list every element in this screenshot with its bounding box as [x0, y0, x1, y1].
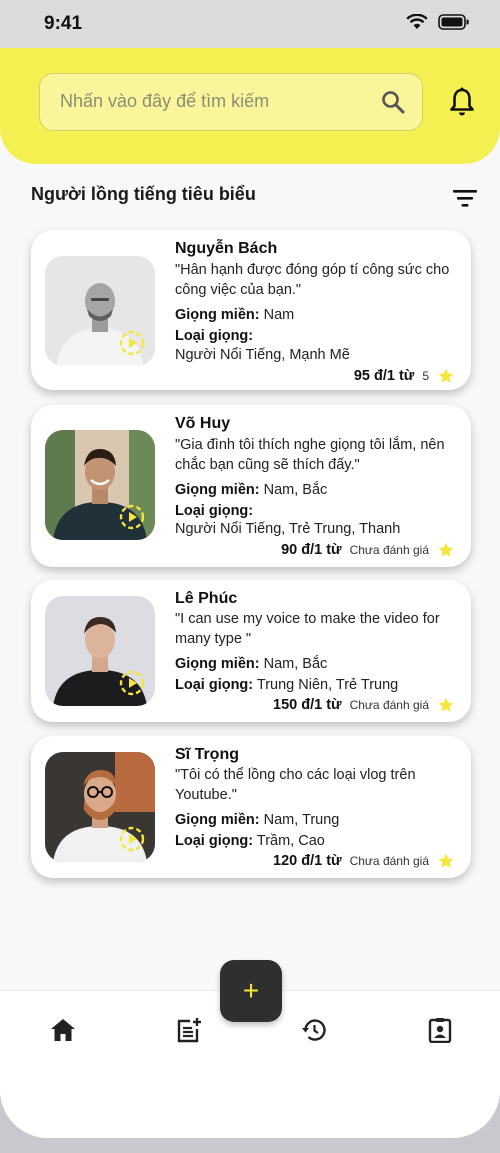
voice-type: Loại giọng: Trung Niên, Trẻ Trung: [175, 677, 398, 693]
bell-icon[interactable]: [449, 87, 475, 117]
avatar[interactable]: [45, 256, 155, 366]
nav-home[interactable]: [48, 1015, 78, 1045]
status-bar: 9:41: [0, 0, 500, 48]
card-footer: 150 đ/1 từ Chưa đánh giá: [273, 696, 455, 714]
nav-profile[interactable]: [425, 1015, 455, 1045]
voice-type-value: Trung Niên, Trẻ Trung: [256, 677, 399, 693]
voice-rating: Chưa đánh giá: [349, 854, 429, 868]
voice-region: Giọng miền: Nam, Bắc: [175, 656, 327, 672]
voice-rating: Chưa đánh giá: [349, 543, 429, 557]
voice-type-label: Loại giọng:: [175, 677, 254, 693]
filter-icon[interactable]: [452, 188, 478, 208]
region-label: Giọng miền:: [175, 307, 260, 323]
region-value: Nam, Bắc: [263, 656, 328, 672]
voice-price: 90 đ/1 từ: [281, 542, 342, 558]
voice-region: Giọng miền: Nam: [175, 307, 294, 323]
voice-card[interactable]: Lê Phúc "I can use my voice to make the …: [31, 580, 471, 722]
voice-type-label: Loại giọng:: [175, 328, 254, 344]
region-label: Giọng miền:: [175, 812, 260, 828]
voice-type: Loại giọng: Trầm, Cao: [175, 833, 325, 849]
play-voice-icon[interactable]: [119, 670, 145, 696]
search-icon[interactable]: [380, 89, 406, 115]
voice-price: 150 đ/1 từ: [273, 697, 342, 713]
play-voice-icon[interactable]: [119, 504, 145, 530]
voice-region: Giọng miền: Nam, Bắc: [175, 482, 327, 498]
avatar[interactable]: [45, 752, 155, 862]
post-add-icon: [177, 1018, 201, 1043]
phone-screen: 9:41 Nhấn vào đây để tìm kiếm Người lồng…: [0, 0, 500, 1138]
region-label: Giọng miền:: [175, 482, 260, 498]
voice-type: Loại giọng:: [175, 503, 253, 519]
voice-price: 120 đ/1 từ: [273, 853, 342, 869]
card-footer: 90 đ/1 từ Chưa đánh giá: [281, 541, 455, 559]
voice-quote: "Hân hạnh được đóng góp tí công sức cho …: [175, 262, 450, 298]
nav-post[interactable]: [174, 1015, 204, 1045]
voice-name: Sĩ Trọng: [175, 746, 239, 763]
voice-rating: Chưa đánh giá: [349, 698, 429, 712]
region-label: Giọng miền:: [175, 656, 260, 672]
voice-card[interactable]: Nguyễn Bách "Hân hạnh được đóng góp tí c…: [31, 230, 471, 390]
voice-quote: "Tôi có thể lồng cho các loại vlog trên …: [175, 767, 416, 803]
voice-quote: "I can use my voice to make the video fo…: [175, 611, 440, 647]
search-placeholder: Nhấn vào đây để tìm kiếm: [60, 91, 270, 111]
voice-name: Võ Huy: [175, 415, 231, 432]
voice-type-value: Người Nổi Tiếng, Mạnh Mẽ: [175, 347, 350, 363]
status-icons: [406, 14, 470, 30]
voice-region: Giọng miền: Nam, Trung: [175, 812, 339, 828]
card-footer: 120 đ/1 từ Chưa đánh giá: [273, 852, 455, 870]
search-field[interactable]: Nhấn vào đây để tìm kiếm: [39, 73, 423, 131]
play-voice-icon[interactable]: [119, 330, 145, 356]
voice-quote: "Gia đình tôi thích nghe giọng tôi lắm, …: [175, 437, 445, 473]
wifi-icon: [406, 14, 428, 29]
voice-type-label: Loại giọng:: [175, 833, 254, 849]
voice-type-label: Loại giọng:: [175, 503, 254, 519]
nav-history[interactable]: [299, 1015, 329, 1045]
voice-card[interactable]: Sĩ Trọng "Tôi có thể lồng cho các loại v…: [31, 736, 471, 878]
voice-type-value: Trầm, Cao: [256, 833, 325, 849]
status-time: 9:41: [44, 13, 83, 34]
profile-badge-icon: [428, 1018, 452, 1043]
voice-price: 95 đ/1 từ: [353, 368, 415, 384]
battery-icon: [438, 14, 469, 30]
play-voice-icon[interactable]: [119, 826, 145, 852]
star-icon: [438, 853, 454, 868]
voice-type: Loại giọng:: [175, 328, 253, 344]
history-icon: [302, 1019, 326, 1041]
voice-name: Nguyễn Bách: [175, 240, 278, 257]
star-icon: [438, 542, 454, 557]
region-value: Nam: [263, 307, 295, 323]
section-title: Người lồng tiếng tiêu biểu: [31, 184, 256, 204]
home-icon: [51, 1019, 75, 1041]
voice-name: Lê Phúc: [175, 590, 238, 607]
avatar[interactable]: [45, 596, 155, 706]
voice-card[interactable]: Võ Huy "Gia đình tôi thích nghe giọng tô…: [31, 405, 471, 567]
app-header: Nhấn vào đây để tìm kiếm: [0, 48, 500, 164]
avatar[interactable]: [45, 430, 155, 540]
voice-type-value: Người Nổi Tiếng, Trẻ Trung, Thanh: [175, 521, 401, 537]
star-icon: [438, 368, 454, 383]
voice-rating: 5: [422, 369, 429, 383]
region-value: Nam, Trung: [263, 812, 340, 828]
star-icon: [438, 697, 454, 712]
add-fab-button[interactable]: +: [220, 960, 282, 1022]
card-footer: 95 đ/1 từ 5: [354, 367, 455, 385]
region-value: Nam, Bắc: [263, 482, 328, 498]
